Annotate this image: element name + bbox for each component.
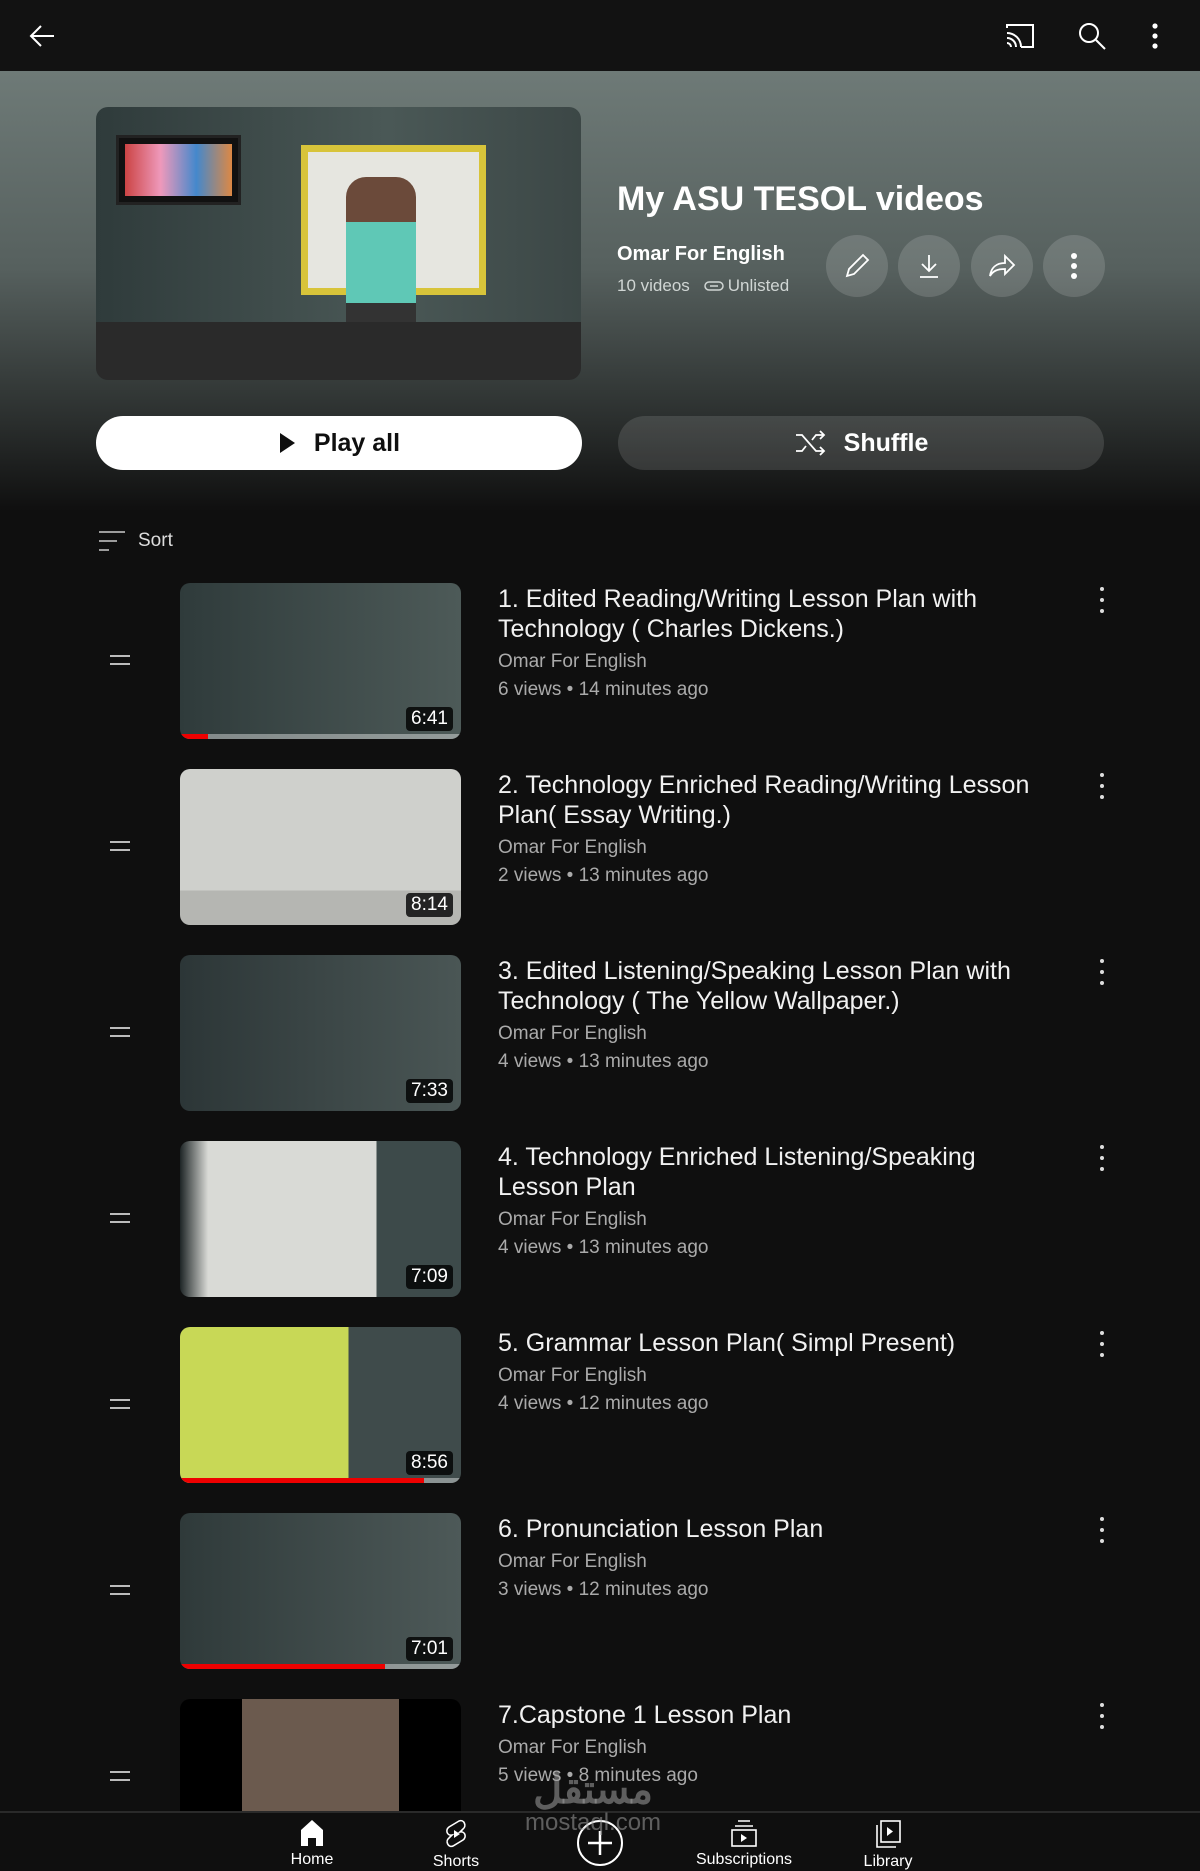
pencil-icon <box>845 253 870 278</box>
play-all-label: Play all <box>313 428 401 457</box>
nav-library[interactable]: Library <box>828 1819 948 1871</box>
share-button[interactable] <box>971 235 1033 297</box>
video-title[interactable]: 3. Edited Listening/Speaking Lesson Plan… <box>498 956 1058 1016</box>
video-stats: 6 views • 14 minutes ago <box>498 679 709 700</box>
video-duration: 7:33 <box>406 1079 453 1103</box>
video-thumbnail[interactable]: 8:56 <box>180 1327 461 1483</box>
playlist-title: My ASU TESOL videos <box>617 180 984 218</box>
top-bar <box>0 0 1200 71</box>
privacy-label: Unlisted <box>727 276 790 295</box>
video-title[interactable]: 7.Capstone 1 Lesson Plan <box>498 1700 1058 1730</box>
nav-label: Home <box>290 1851 334 1868</box>
video-duration: 7:09 <box>406 1265 453 1289</box>
video-title[interactable]: 2. Technology Enriched Reading/Writing L… <box>498 770 1058 830</box>
video-thumbnail[interactable]: 8:14 <box>180 769 461 925</box>
playlist-meta: 10 videos Unlisted <box>617 276 789 296</box>
nav-label: Shorts <box>432 1853 480 1870</box>
drag-handle-icon[interactable] <box>110 1585 130 1595</box>
video-channel: Omar For English <box>498 1551 647 1572</box>
play-all-button[interactable]: Play all <box>96 416 582 470</box>
shuffle-label: Shuffle <box>843 428 929 457</box>
nav-label: Subscriptions <box>695 1851 793 1868</box>
video-channel: Omar For English <box>498 651 647 672</box>
video-more-icon[interactable] <box>1096 773 1108 799</box>
drag-handle-icon[interactable] <box>110 655 130 665</box>
nav-subscriptions[interactable]: Subscriptions <box>684 1819 804 1869</box>
video-title[interactable]: 6. Pronunciation Lesson Plan <box>498 1514 1058 1544</box>
video-count: 10 videos <box>617 276 690 295</box>
video-stats: 3 views • 12 minutes ago <box>498 1579 709 1600</box>
video-thumbnail[interactable]: 7:09 <box>180 1141 461 1297</box>
watch-progress-bar <box>180 734 209 739</box>
play-icon <box>279 433 295 453</box>
video-list-item[interactable]: 7:01 6. Pronunciation Lesson Plan Omar F… <box>0 1513 1200 1673</box>
video-list-item[interactable]: 6:41 1. Edited Reading/Writing Lesson Pl… <box>0 583 1200 743</box>
video-stats: 4 views • 13 minutes ago <box>498 1051 709 1072</box>
video-list-item[interactable]: 7:09 4. Technology Enriched Listening/Sp… <box>0 1141 1200 1301</box>
progress-track <box>180 734 461 739</box>
home-icon <box>301 1820 323 1846</box>
video-channel: Omar For English <box>498 1737 647 1758</box>
video-more-icon[interactable] <box>1096 1517 1108 1543</box>
video-thumbnail[interactable]: 6:41 <box>180 583 461 739</box>
video-more-icon[interactable] <box>1096 1331 1108 1357</box>
video-stats: 4 views • 12 minutes ago <box>498 1393 709 1414</box>
share-icon <box>989 253 1016 277</box>
video-more-icon[interactable] <box>1096 587 1108 613</box>
video-duration: 8:14 <box>406 893 453 917</box>
video-title[interactable]: 5. Grammar Lesson Plan( Simpl Present) <box>498 1328 1058 1358</box>
more-vert-icon[interactable] <box>1133 14 1177 58</box>
video-title[interactable]: 4. Technology Enriched Listening/Speakin… <box>498 1142 1058 1202</box>
video-stats: 2 views • 13 minutes ago <box>498 865 709 886</box>
video-more-icon[interactable] <box>1096 1145 1108 1171</box>
nav-label: Library <box>863 1853 913 1870</box>
video-channel: Omar For English <box>498 1365 647 1386</box>
back-arrow-icon[interactable] <box>20 14 64 58</box>
search-icon[interactable] <box>1070 14 1114 58</box>
video-channel: Omar For English <box>498 1209 647 1230</box>
video-duration: 6:41 <box>406 707 453 731</box>
drag-handle-icon[interactable] <box>110 1771 130 1781</box>
download-button[interactable] <box>898 235 960 297</box>
watermark: مستقل mostaql.com <box>525 1768 662 1836</box>
drag-handle-icon[interactable] <box>110 841 130 851</box>
video-more-icon[interactable] <box>1096 959 1108 985</box>
drag-handle-icon[interactable] <box>110 1213 130 1223</box>
drag-handle-icon[interactable] <box>110 1027 130 1037</box>
video-channel: Omar For English <box>498 837 647 858</box>
edit-button[interactable] <box>826 235 888 297</box>
shuffle-icon <box>795 430 825 456</box>
video-duration: 7:01 <box>406 1637 453 1661</box>
drag-handle-icon[interactable] <box>110 1399 130 1409</box>
shuffle-button[interactable]: Shuffle <box>618 416 1104 470</box>
more-actions-button[interactable] <box>1043 235 1105 297</box>
playlist-channel[interactable]: Omar For English <box>617 243 785 266</box>
sort-button[interactable]: Sort <box>98 530 173 552</box>
more-vert-icon <box>1071 253 1077 279</box>
nav-shorts[interactable]: Shorts <box>396 1819 516 1871</box>
library-icon <box>876 1820 901 1848</box>
watch-progress-bar <box>180 1478 425 1483</box>
watch-progress-bar <box>180 1664 386 1669</box>
sort-label: Sort <box>138 530 173 551</box>
video-thumbnail[interactable]: 7:33 <box>180 955 461 1111</box>
download-icon <box>920 255 938 278</box>
shorts-icon <box>446 1819 466 1848</box>
video-stats: 4 views • 13 minutes ago <box>498 1237 709 1258</box>
sort-icon <box>99 531 125 551</box>
video-channel: Omar For English <box>498 1023 647 1044</box>
cast-icon[interactable] <box>998 14 1042 58</box>
privacy-status: Unlisted <box>704 276 789 296</box>
nav-home[interactable]: Home <box>252 1819 372 1869</box>
video-list-item[interactable]: 7:33 3. Edited Listening/Speaking Lesson… <box>0 955 1200 1115</box>
video-more-icon[interactable] <box>1096 1703 1108 1729</box>
video-title[interactable]: 1. Edited Reading/Writing Lesson Plan wi… <box>498 584 1058 644</box>
link-icon <box>704 281 724 291</box>
video-thumbnail[interactable]: 7:01 <box>180 1513 461 1669</box>
video-list-item[interactable]: 8:14 2. Technology Enriched Reading/Writ… <box>0 769 1200 929</box>
video-list-item[interactable]: 8:56 5. Grammar Lesson Plan( Simpl Prese… <box>0 1327 1200 1487</box>
playlist-thumbnail[interactable] <box>96 107 581 380</box>
subscriptions-icon <box>731 1820 757 1847</box>
video-duration: 8:56 <box>406 1451 453 1475</box>
